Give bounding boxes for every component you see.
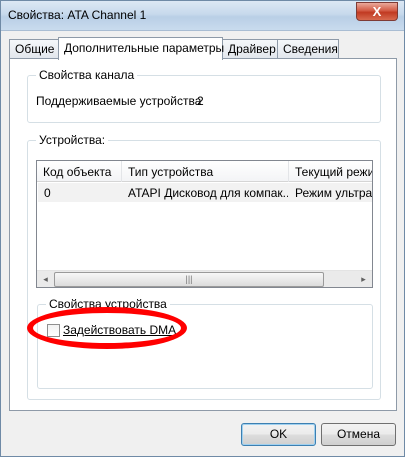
devices-list[interactable]: Код объекта Тип устройства Текущий режи … — [36, 160, 373, 288]
column-header-current-mode[interactable]: Текущий режи — [289, 161, 373, 182]
cell-current-mode: Режим ультра — [295, 186, 373, 200]
cancel-button[interactable]: Отмена — [321, 423, 396, 446]
scroll-thumb[interactable]: ||| — [54, 272, 324, 287]
properties-dialog: Свойства: ATA Channel 1 X Общие Дополнит… — [0, 0, 405, 457]
tab-label: Общие — [15, 42, 55, 56]
tab-label: Драйвер — [228, 42, 276, 56]
tab-label: Дополнительные параметры — [64, 41, 225, 55]
scroll-left-icon[interactable]: ◂ — [37, 271, 54, 287]
button-label: OK — [269, 427, 288, 441]
supported-devices-value: 2 — [197, 94, 204, 108]
button-label: Отмена — [336, 427, 381, 441]
tab-general[interactable]: Общие — [9, 39, 59, 59]
supported-devices-label: Поддерживаемые устройства — [36, 94, 202, 108]
cell-device-type: ATAPI Дисковод для компак... — [128, 186, 288, 200]
title-bar[interactable]: Свойства: ATA Channel 1 X — [1, 1, 404, 31]
scroll-right-icon[interactable]: ▸ — [355, 271, 372, 287]
list-header: Код объекта Тип устройства Текущий режи — [37, 161, 372, 182]
cell-object-code: 0 — [44, 186, 51, 200]
table-row[interactable]: 0 ATAPI Дисковод для компак... Режим уль… — [38, 183, 372, 202]
tab-advanced[interactable]: Дополнительные параметры — [58, 37, 225, 60]
window-title: Свойства: ATA Channel 1 — [8, 8, 147, 22]
column-label: Текущий режи — [295, 165, 373, 179]
column-label: Тип устройства — [128, 165, 214, 179]
tab-details[interactable]: Сведения — [277, 39, 339, 59]
close-button[interactable]: X — [356, 2, 398, 21]
horizontal-scrollbar[interactable]: ◂ ||| ▸ — [37, 270, 372, 287]
tab-driver[interactable]: Драйвер — [222, 39, 278, 59]
group-title: Свойства канала — [36, 68, 138, 82]
group-title: Устройства: — [36, 133, 109, 147]
column-header-object-code[interactable]: Код объекта — [37, 161, 122, 182]
column-label: Код объекта — [43, 165, 112, 179]
close-icon: X — [372, 4, 382, 19]
highlight-marker — [27, 307, 187, 349]
tab-label: Сведения — [283, 42, 338, 56]
column-header-device-type[interactable]: Тип устройства — [122, 161, 289, 182]
ok-button[interactable]: OK — [241, 423, 316, 446]
